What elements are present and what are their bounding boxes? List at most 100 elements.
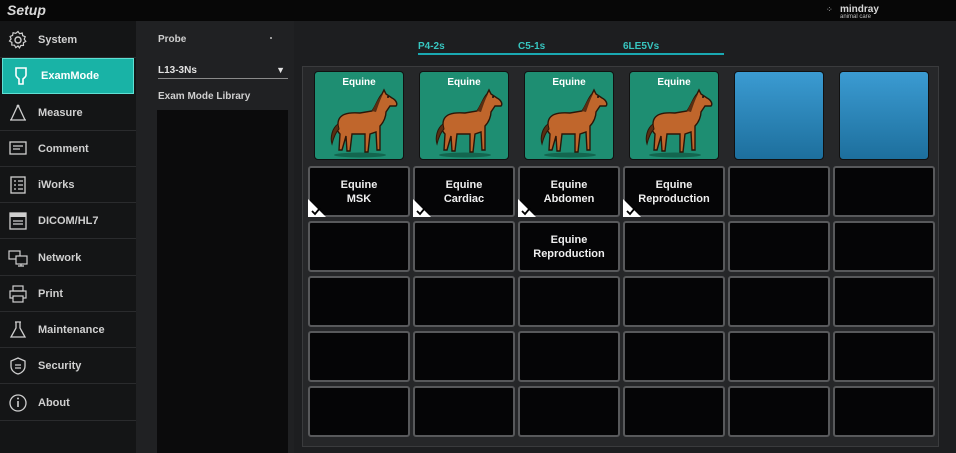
empty-exam-mode-cell[interactable]	[413, 276, 515, 327]
exam-mode-cell[interactable]: Equine Reproduction	[623, 166, 725, 217]
iworks-icon	[7, 174, 29, 196]
empty-exam-mode-cell[interactable]	[518, 386, 620, 437]
empty-image-tile[interactable]	[839, 71, 929, 160]
empty-exam-mode-cell[interactable]	[728, 166, 830, 217]
dicom-icon	[7, 210, 29, 232]
exam-mode-label	[835, 223, 933, 270]
sidebar: System ExamMode Measure Comment iWorks DICOM/…	[0, 21, 136, 453]
page-title: Setup	[7, 2, 46, 18]
exam-mode-label	[730, 388, 828, 435]
exam-mode-label	[835, 278, 933, 325]
empty-exam-mode-cell[interactable]	[623, 221, 725, 272]
checkmark-icon	[413, 197, 433, 217]
sidebar-item-label: System	[38, 33, 78, 46]
exam-mode-label	[520, 278, 618, 325]
exam-image-tile[interactable]: Equine	[629, 71, 719, 160]
exam-mode-label	[625, 278, 723, 325]
sidebar-item-dicom-hl7[interactable]: DICOM/HL7	[0, 203, 136, 239]
exam-image-tile[interactable]: Equine	[419, 71, 509, 160]
empty-exam-mode-cell[interactable]	[623, 386, 725, 437]
empty-exam-mode-cell[interactable]	[833, 331, 935, 382]
sidebar-item-comment[interactable]: Comment	[0, 131, 136, 167]
sidebar-item-label: ExamMode	[41, 70, 100, 82]
sidebar-item-iworks[interactable]: iWorks	[0, 167, 136, 203]
gear-icon	[7, 29, 29, 51]
empty-exam-mode-cell[interactable]	[308, 276, 410, 327]
exam-mode-label	[625, 333, 723, 380]
sidebar-item-exammode[interactable]: ExamMode	[2, 58, 134, 94]
exam-mode-label	[310, 278, 408, 325]
exam-mode-label	[730, 223, 828, 270]
empty-exam-mode-cell[interactable]	[413, 331, 515, 382]
exam-mode-label	[520, 388, 618, 435]
empty-exam-mode-cell[interactable]	[728, 386, 830, 437]
exam-mode-label: Equine Reproduction	[533, 233, 605, 260]
exam-image-tile[interactable]: Equine	[314, 71, 404, 160]
exam-mode-cell[interactable]: Equine Abdomen	[518, 166, 620, 217]
exam-mode-label	[310, 388, 408, 435]
exam-mode-label	[310, 333, 408, 380]
empty-exam-mode-cell[interactable]	[833, 276, 935, 327]
empty-exam-mode-cell[interactable]	[623, 331, 725, 382]
probe-dropdown[interactable]: L13-3Ns ▼	[158, 63, 288, 79]
exam-mode-cell[interactable]: Equine Cardiac	[413, 166, 515, 217]
empty-exam-mode-cell[interactable]	[833, 166, 935, 217]
sidebar-item-system[interactable]: System	[0, 22, 136, 58]
checkmark-icon	[308, 197, 328, 217]
probe-panel: Probe L13-3Ns ▼ Exam Mode Library	[136, 21, 294, 453]
empty-exam-mode-cell[interactable]	[833, 386, 935, 437]
exam-mode-cell[interactable]: Equine MSK	[308, 166, 410, 217]
exam-mode-panel: P4-2s C5-1s 6LE5Vs Equine Equine Equine Equ…	[294, 21, 956, 453]
probe-indicator-dot	[270, 37, 272, 39]
exam-mode-label	[415, 278, 513, 325]
brand-subtitle: animal care	[840, 14, 872, 20]
empty-exam-mode-cell[interactable]	[518, 276, 620, 327]
sidebar-item-security[interactable]: Security	[0, 348, 136, 384]
sidebar-item-label: About	[38, 396, 70, 409]
sidebar-item-about[interactable]: About	[0, 385, 136, 421]
exam-mode-cell[interactable]: Equine Reproduction	[518, 221, 620, 272]
checkmark-icon	[623, 197, 643, 217]
exam-mode-label	[835, 388, 933, 435]
sidebar-item-network[interactable]: Network	[0, 240, 136, 276]
sidebar-item-print[interactable]: Print	[0, 276, 136, 312]
empty-exam-mode-cell[interactable]	[308, 221, 410, 272]
sidebar-item-measure[interactable]: Measure	[0, 95, 136, 131]
sidebar-item-label: Maintenance	[38, 323, 105, 336]
empty-exam-mode-cell[interactable]	[623, 276, 725, 327]
empty-exam-mode-cell[interactable]	[518, 331, 620, 382]
exam-image-tile[interactable]: Equine	[524, 71, 614, 160]
empty-exam-mode-cell[interactable]	[308, 386, 410, 437]
empty-exam-mode-cell[interactable]	[413, 386, 515, 437]
measure-icon	[7, 102, 29, 124]
comment-icon	[7, 138, 29, 160]
sidebar-item-maintenance[interactable]: Maintenance	[0, 312, 136, 348]
sidebar-item-label: Security	[38, 359, 82, 372]
printer-icon	[7, 283, 29, 305]
exam-mode-label	[520, 333, 618, 380]
exam-mode-library-list[interactable]	[157, 110, 288, 453]
empty-exam-mode-cell[interactable]	[728, 276, 830, 327]
empty-exam-mode-cell[interactable]	[833, 221, 935, 272]
exam-mode-label	[415, 223, 513, 270]
title-bar: Setup ⁘ mindray animal care	[0, 0, 956, 21]
sidebar-item-label: DICOM/HL7	[38, 214, 99, 227]
exam-mode-label	[835, 333, 933, 380]
empty-image-tile[interactable]	[734, 71, 824, 160]
empty-exam-mode-cell[interactable]	[413, 221, 515, 272]
empty-exam-mode-cell[interactable]	[308, 331, 410, 382]
exam-mode-label	[730, 168, 828, 215]
exam-mode-label	[730, 333, 828, 380]
sidebar-item-label: Measure	[38, 106, 83, 119]
brand-logo: ⁘ mindray animal care	[826, 4, 896, 20]
sidebar-item-label: Network	[38, 251, 82, 264]
sidebar-item-label: Print	[38, 287, 64, 300]
maintenance-icon	[7, 319, 29, 341]
tab-underline	[418, 53, 724, 55]
shield-icon	[7, 355, 29, 377]
network-icon	[7, 247, 29, 269]
empty-exam-mode-cell[interactable]	[728, 221, 830, 272]
empty-exam-mode-cell[interactable]	[728, 331, 830, 382]
exam-mode-label	[835, 168, 933, 215]
exam-mode-label	[730, 278, 828, 325]
